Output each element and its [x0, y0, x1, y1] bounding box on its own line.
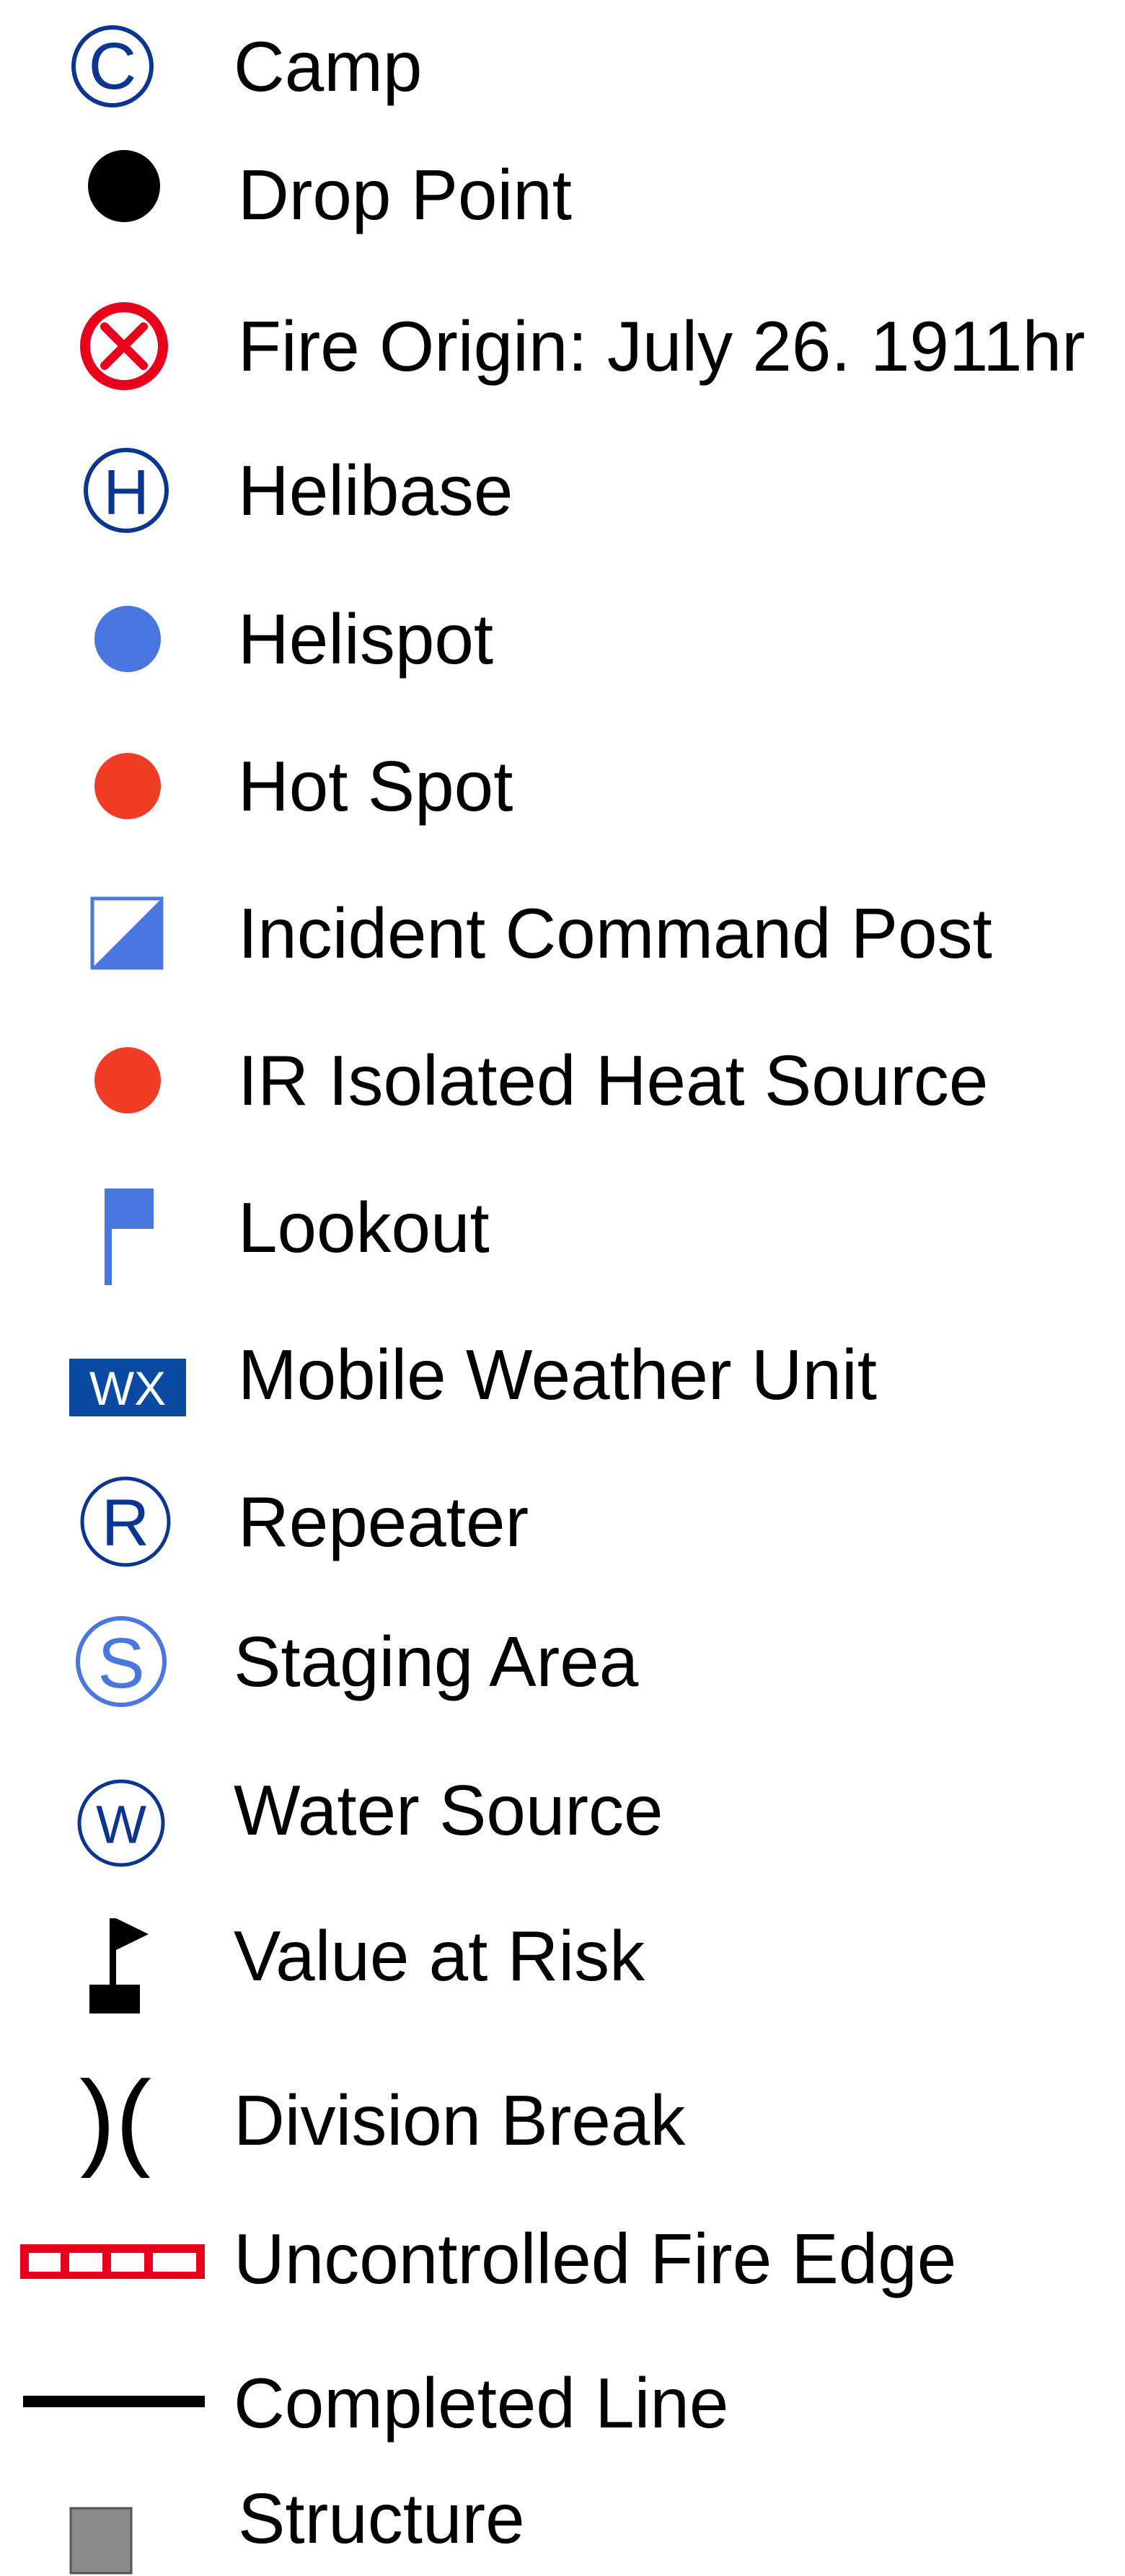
legend-label-drop-point: Drop Point: [238, 155, 573, 234]
legend-item-repeater: R Repeater: [0, 1464, 1125, 1579]
legend-item-fire-origin: Fire Origin: July 26. 1911hr: [0, 288, 1125, 404]
legend-label-repeater: Repeater: [238, 1482, 529, 1561]
hot-spot-icon: [94, 753, 161, 819]
water-glyph: W: [96, 1795, 146, 1855]
legend-item-division-break: )( Division Break: [0, 2063, 1125, 2178]
legend-item-structure: Structure: [0, 2461, 1125, 2576]
legend-label-uncontrolled-fire-edge: Uncontrolled Fire Edge: [234, 2219, 957, 2298]
legend-label-mobile-weather-unit: Mobile Weather Unit: [238, 1335, 878, 1414]
division-break-icon: )(: [79, 2063, 151, 2178]
legend-item-completed-line: Completed Line: [0, 2345, 1125, 2461]
legend-item-hot-spot: Hot Spot: [0, 728, 1125, 844]
legend-item-incident-command-post: Incident Command Post: [0, 875, 1125, 991]
completed-line-icon: [23, 2396, 205, 2407]
helibase-glyph: H: [103, 456, 149, 528]
repeater-glyph: R: [102, 1486, 149, 1560]
helibase-icon: H: [84, 448, 169, 533]
camp-icon: C: [71, 25, 154, 107]
legend-label-completed-line: Completed Line: [234, 2363, 729, 2443]
wx-glyph: WX: [89, 1362, 166, 1415]
legend-item-uncontrolled-fire-edge: Uncontrolled Fire Edge: [0, 2201, 1125, 2316]
legend-label-camp: Camp: [234, 27, 423, 106]
legend-label-staging-area: Staging Area: [234, 1622, 639, 1701]
legend-item-drop-point: Drop Point: [0, 137, 1125, 252]
division-break-glyph: )(: [79, 2063, 151, 2178]
repeater-icon: R: [80, 1476, 171, 1567]
legend-label-value-at-risk: Value at Risk: [234, 1916, 645, 1995]
legend-label-structure: Structure: [238, 2479, 525, 2558]
staging-area-icon: S: [76, 1616, 167, 1707]
legend-item-mobile-weather-unit: WX Mobile Weather Unit: [0, 1317, 1125, 1432]
mobile-weather-unit-icon: WX: [69, 1359, 186, 1416]
lookout-flag-icon: [105, 1188, 154, 1285]
ir-heat-source-icon: [94, 1047, 161, 1113]
legend-label-hot-spot: Hot Spot: [238, 746, 513, 826]
legend-item-camp: C Camp: [0, 9, 1125, 124]
legend-label-helibase: Helibase: [238, 451, 513, 530]
legend-item-helispot: Helispot: [0, 581, 1125, 697]
map-legend: C Camp Drop Point Fire Origin: July 26. …: [0, 0, 1125, 2576]
helispot-icon: [94, 606, 161, 672]
legend-label-fire-origin: Fire Origin: July 26. 1911hr: [238, 306, 1085, 386]
legend-item-ir-heat-source: IR Isolated Heat Source: [0, 1023, 1125, 1138]
legend-label-division-break: Division Break: [234, 2081, 686, 2160]
camp-glyph: C: [89, 30, 136, 103]
legend-item-lookout: Lookout: [0, 1170, 1125, 1285]
legend-label-water-source: Water Source: [234, 1770, 663, 1850]
water-source-icon: W: [77, 1779, 165, 1867]
uncontrolled-fire-edge-icon: [20, 2244, 205, 2279]
legend-label-lookout: Lookout: [238, 1188, 490, 1267]
legend-item-staging-area: S Staging Area: [0, 1604, 1125, 1719]
legend-item-helibase: H Helibase: [0, 433, 1125, 548]
legend-item-value-at-risk: Value at Risk: [0, 1898, 1125, 2013]
legend-label-ir-heat-source: IR Isolated Heat Source: [238, 1041, 989, 1120]
value-at-risk-icon: [89, 1918, 149, 2013]
staging-glyph: S: [97, 1623, 144, 1703]
incident-command-post-icon: [90, 896, 164, 970]
legend-item-water-source: W Water Source: [0, 1752, 1125, 1868]
drop-point-icon: [88, 150, 160, 222]
structure-icon: [69, 2507, 133, 2575]
legend-label-helispot: Helispot: [238, 599, 494, 679]
legend-label-incident-command-post: Incident Command Post: [238, 894, 992, 973]
fire-origin-icon: [80, 302, 168, 390]
